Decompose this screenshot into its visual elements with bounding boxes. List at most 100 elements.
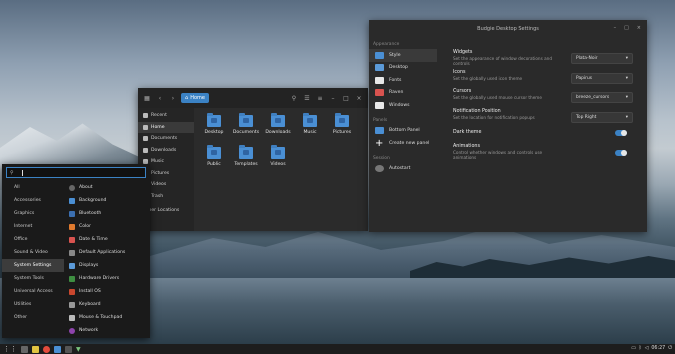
file-item-desktop[interactable]: Desktop xyxy=(198,112,230,140)
file-item-music[interactable]: Music xyxy=(294,112,326,140)
app-item-hardware-drivers[interactable]: Hardware Drivers xyxy=(66,272,148,285)
app-item-displays[interactable]: Displays xyxy=(66,259,148,272)
file-item-pictures[interactable]: Pictures xyxy=(326,112,358,140)
settings-app-icon[interactable] xyxy=(54,345,61,353)
animations-toggle[interactable] xyxy=(615,150,627,156)
menu-grid-icon[interactable]: ⋮⋮ xyxy=(3,345,17,353)
app-item-default-applications[interactable]: Default Applications xyxy=(66,246,148,259)
dropdown-value: Top Right xyxy=(576,114,597,120)
show-desktop-icon[interactable] xyxy=(21,345,28,353)
close-icon[interactable]: × xyxy=(354,93,364,103)
view-options-icon[interactable]: ☰ xyxy=(302,93,312,103)
sidebar-item-fonts[interactable]: Fonts xyxy=(369,74,437,87)
volume-icon[interactable]: ◁ xyxy=(645,346,649,351)
section-label-appearance: Appearance xyxy=(373,42,400,47)
network-icon[interactable]: ▭ xyxy=(631,346,636,351)
minimize-icon[interactable]: – xyxy=(328,93,338,103)
home-breadcrumb[interactable]: ⌂ Home xyxy=(181,93,209,103)
sidebar-item-bottom-panel[interactable]: Bottom Panel xyxy=(369,125,437,138)
category-sound-video[interactable]: Sound & Video xyxy=(2,246,64,259)
sidebar-item-style[interactable]: Style xyxy=(369,49,437,62)
files-icon[interactable] xyxy=(32,345,39,353)
clock[interactable]: 06:27 xyxy=(651,346,665,351)
file-item-videos[interactable]: Videos xyxy=(262,144,294,172)
file-item-public[interactable]: Public xyxy=(198,144,230,172)
back-arrow-icon[interactable]: ‹ xyxy=(155,93,165,103)
app-label: Keyboard xyxy=(79,302,101,307)
budgie-settings-window: Budgie Desktop Settings – □ × Appearance… xyxy=(369,20,647,232)
category-all[interactable]: All xyxy=(2,181,64,194)
sidebar-item-downloads[interactable]: Downloads xyxy=(138,145,194,157)
file-item-templates[interactable]: Templates xyxy=(230,144,262,172)
app-item-bluetooth[interactable]: Bluetooth xyxy=(66,207,148,220)
category-accessories[interactable]: Accessories xyxy=(2,194,64,207)
category-system-tools[interactable]: System Tools xyxy=(2,272,64,285)
minimize-icon[interactable]: – xyxy=(614,25,617,31)
app-label: Install OS xyxy=(79,289,101,294)
category-system-settings[interactable]: System Settings xyxy=(2,259,64,272)
close-icon[interactable]: × xyxy=(637,25,641,31)
setting-description: Set the appearance of window decorations… xyxy=(453,56,552,66)
terminal-icon[interactable] xyxy=(65,345,72,353)
file-item-documents[interactable]: Documents xyxy=(230,112,262,140)
bluetooth-icon[interactable]: ᛒ xyxy=(639,345,642,351)
app-item-keyboard[interactable]: Keyboard xyxy=(66,298,148,311)
fonts-icon xyxy=(375,76,384,84)
sidebar-item-create-panel[interactable]: + Create new panel xyxy=(369,137,437,150)
sidebar-item-label: Music xyxy=(151,159,165,165)
file-item-downloads[interactable]: Downloads xyxy=(262,112,294,140)
app-item-mouse-touchpad[interactable]: Mouse & Touchpad xyxy=(66,311,148,324)
sidebar-item-recent[interactable]: Recent xyxy=(138,110,194,122)
caret-down-icon[interactable]: ▼ xyxy=(76,346,81,353)
folder-icon xyxy=(303,113,317,127)
power-icon[interactable]: ⏻ xyxy=(668,345,672,351)
category-other[interactable]: Other xyxy=(2,311,64,324)
sidebar-item-home[interactable]: Home xyxy=(138,121,194,133)
sidebar-item-windows[interactable]: Windows xyxy=(369,99,437,112)
forward-arrow-icon[interactable]: › xyxy=(168,93,178,103)
app-item-date-time[interactable]: Date & Time xyxy=(66,233,148,246)
sidebar-item-documents[interactable]: Documents xyxy=(138,133,194,145)
app-item-install-os[interactable]: Install OS xyxy=(66,285,148,298)
chevron-down-icon: ▾ xyxy=(625,56,628,61)
app-item-color[interactable]: Color xyxy=(66,220,148,233)
sidebar-item-desktop[interactable]: Desktop xyxy=(369,62,437,75)
browser-icon[interactable] xyxy=(43,345,50,353)
color-icon xyxy=(69,223,75,230)
search-input[interactable]: ⚲ xyxy=(6,167,146,178)
sidebar-toggle-icon[interactable]: ▦ xyxy=(142,93,152,103)
maximize-icon[interactable]: □ xyxy=(341,93,351,103)
file-name: Music xyxy=(303,130,317,135)
widgets-theme-dropdown[interactable]: Plata-Noir ▾ xyxy=(571,53,633,64)
category-universal-access[interactable]: Universal Access xyxy=(2,285,64,298)
list-view-icon[interactable]: ≡ xyxy=(315,93,325,103)
app-item-about[interactable]: About xyxy=(66,181,148,194)
sidebar-item-label: Trash xyxy=(151,193,164,199)
icon-theme-dropdown[interactable]: Papirus ▾ xyxy=(571,72,633,84)
category-list: All Accessories Graphics Internet Office… xyxy=(2,181,64,324)
folder-icon xyxy=(239,113,253,127)
app-label: Hardware Drivers xyxy=(79,276,120,281)
setting-row-icons: Icons Set the globally used icon theme P… xyxy=(453,70,633,90)
text-cursor xyxy=(21,169,23,176)
app-item-background[interactable]: Background xyxy=(66,194,148,207)
star-icon xyxy=(69,249,75,256)
category-graphics[interactable]: Graphics xyxy=(2,207,64,220)
cursor-theme-dropdown[interactable]: breeze_cursors ▾ xyxy=(571,92,633,103)
search-icon[interactable]: ⚲ xyxy=(289,93,299,103)
info-icon xyxy=(69,184,75,191)
dark-theme-toggle[interactable] xyxy=(615,130,627,136)
app-item-network[interactable]: Network xyxy=(66,324,148,337)
notification-position-dropdown[interactable]: Top Right ▾ xyxy=(571,111,633,123)
file-name: Pictures xyxy=(332,130,352,135)
file-name: Templates xyxy=(234,162,258,167)
category-office[interactable]: Office xyxy=(2,233,64,246)
category-utilities[interactable]: Utilities xyxy=(2,298,64,311)
chevron-down-icon: ▾ xyxy=(625,114,628,120)
sidebar-item-autostart[interactable]: Autostart xyxy=(369,163,437,176)
category-internet[interactable]: Internet xyxy=(2,220,64,233)
sidebar-item-label: Desktop xyxy=(389,65,408,71)
maximize-icon[interactable]: □ xyxy=(624,25,629,31)
chevron-down-icon: ▾ xyxy=(625,95,628,100)
sidebar-item-raven[interactable]: Raven xyxy=(369,87,437,100)
